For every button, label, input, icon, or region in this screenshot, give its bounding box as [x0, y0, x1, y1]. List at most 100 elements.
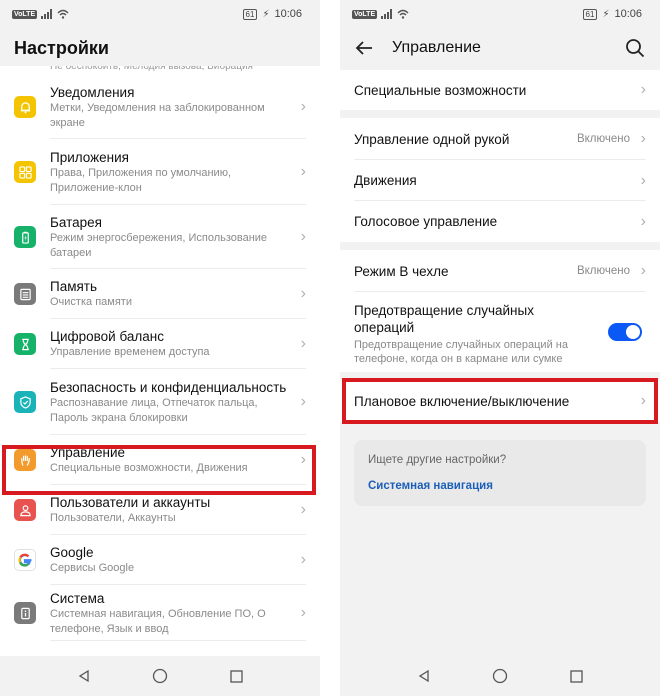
item-subtitle: Режим энергосбережения, Использование ба… [50, 232, 268, 259]
system-navigation-link[interactable]: Системная навигация [368, 480, 632, 492]
row-subtitle: Предотвращение случайных операций на тел… [354, 339, 568, 365]
nav-home-icon[interactable] [491, 667, 509, 685]
group-accessibility: Специальные возможности › [340, 70, 660, 110]
item-subtitle: Управление временем доступа [50, 346, 210, 359]
row-voice[interactable]: Голосовое управление › [340, 201, 660, 242]
clock: 10:06 [274, 8, 302, 20]
chevron-right-icon: › [640, 212, 646, 230]
row-value: Включено [576, 133, 630, 145]
page-title: Настройки [14, 37, 109, 58]
row-one-hand[interactable]: Управление одной рукой Включено › [340, 118, 660, 160]
item-title: Управление [50, 445, 126, 461]
charging-icon: ⚡ [602, 8, 610, 20]
item-subtitle: Очистка памяти [50, 296, 132, 309]
hand-icon [14, 449, 36, 471]
settings-item-system[interactable]: Система Системная навигация, Обновление П… [0, 585, 320, 641]
row-cover-mode[interactable]: Режим В чехле Включено › [340, 250, 660, 292]
chevron-right-icon: › [300, 163, 306, 180]
volte-icon: VoLTE [352, 9, 378, 19]
bell-icon [14, 96, 36, 118]
settings-item-digital-balance[interactable]: Цифровой баланс Управление временем досту… [0, 319, 320, 369]
wifi-icon [397, 9, 409, 19]
battery-icon [14, 226, 36, 248]
nav-recents-icon[interactable] [227, 667, 245, 685]
chevron-right-icon: › [300, 501, 306, 518]
nav-home-icon[interactable] [151, 667, 169, 685]
item-title: Уведомления [50, 85, 135, 100]
info-icon [14, 602, 36, 624]
chevron-right-icon: › [300, 98, 306, 115]
chevron-right-icon: › [640, 130, 646, 147]
item-title: Пользователи и аккаунты [50, 495, 211, 511]
item-subtitle: Метки, Уведомления на заблокированном эк… [50, 102, 265, 129]
chevron-right-icon: › [300, 285, 306, 302]
row-accidental-touch[interactable]: Предотвращение случайных операций Предот… [340, 292, 660, 372]
chevron-right-icon: › [640, 392, 646, 409]
item-subtitle: Пользователи, Аккаунты [50, 512, 176, 525]
settings-item-storage[interactable]: Память Очистка памяти › [0, 269, 320, 319]
status-bar: VoLTE 61 ⚡ 10:06 [0, 0, 320, 28]
group-gestures: Управление одной рукой Включено › Движен… [340, 118, 660, 242]
shield-icon [14, 391, 36, 413]
chevron-right-icon: › [300, 451, 306, 468]
row-label: Движения [354, 173, 417, 188]
chevron-right-icon: › [300, 228, 306, 245]
item-title: Память [50, 279, 98, 295]
search-icon[interactable] [624, 37, 646, 59]
row-label: Управление одной рукой [354, 131, 510, 147]
navigation-bar [340, 656, 660, 696]
chevron-right-icon: › [640, 262, 646, 279]
settings-item-security[interactable]: Безопасность и конфиденциальность Распозн… [0, 369, 320, 435]
settings-screen: VoLTE 61 ⚡ 10:06 Настройки Не беспокоить… [0, 0, 320, 696]
volte-icon: VoLTE [12, 9, 38, 19]
group-cover: Режим В чехле Включено › Предотвращение … [340, 250, 660, 372]
faded-list-item[interactable]: Не беспокоить, Мелодия вызова, Вибрация [0, 66, 320, 75]
other-settings-card: Ищете другие настройки? Системная навига… [354, 440, 646, 506]
navigation-bar [0, 656, 320, 696]
chevron-right-icon: › [640, 171, 646, 189]
chevron-right-icon: › [300, 604, 306, 621]
nav-back-icon[interactable] [415, 667, 433, 685]
chevron-right-icon: › [300, 393, 306, 410]
chevron-right-icon: › [640, 81, 646, 98]
title-bar: Управление [340, 28, 660, 68]
wifi-icon [57, 9, 69, 19]
settings-item-control[interactable]: Управление Специальные возможности, Движе… [0, 435, 320, 485]
row-label: Режим В чехле [354, 263, 449, 279]
storage-icon [14, 283, 36, 305]
signal-icon [381, 9, 393, 19]
settings-list[interactable]: Не беспокоить, Мелодия вызова, Вибрация … [0, 66, 320, 656]
nav-recents-icon[interactable] [567, 667, 585, 685]
back-arrow-icon[interactable] [354, 36, 378, 60]
row-value: Включено [576, 265, 630, 277]
settings-item-users[interactable]: Пользователи и аккаунты Пользователи, Акк… [0, 485, 320, 535]
row-scheduled-power[interactable]: Плановое включение/выключение › [340, 381, 660, 421]
battery-level: 61 [242, 8, 258, 20]
accidental-touch-toggle[interactable] [608, 323, 642, 341]
page-title: Управление [392, 39, 481, 56]
row-accessibility[interactable]: Специальные возможности › [340, 70, 660, 110]
item-subtitle: Распознавание лица, Отпечаток пальца, Па… [50, 397, 258, 424]
settings-item-battery[interactable]: Батарея Режим энергосбережения, Использов… [0, 205, 320, 269]
hint-question: Ищете другие настройки? [368, 454, 507, 466]
row-label: Плановое включение/выключение [354, 393, 570, 409]
google-icon [14, 549, 36, 571]
row-label: Предотвращение случайных операций [354, 303, 534, 335]
item-title: Безопасность и конфиденциальность [50, 380, 287, 395]
row-motions[interactable]: Движения › [340, 160, 660, 201]
item-subtitle: Системная навигация, Обновление ПО, О те… [50, 608, 266, 635]
settings-item-apps[interactable]: Приложения Права, Приложения по умолчанию… [0, 139, 320, 205]
settings-item-google[interactable]: Google Сервисы Google › [0, 535, 320, 585]
battery-level: 61 [582, 8, 598, 20]
settings-item-notifications[interactable]: Уведомления Метки, Уведомления на заблоки… [0, 75, 320, 139]
item-title: Система [50, 591, 105, 606]
row-label: Специальные возможности [354, 82, 527, 98]
control-screen: VoLTE 61 ⚡ 10:06 Управление Специальные … [340, 0, 660, 696]
hourglass-icon [14, 333, 36, 355]
item-title: Google [50, 545, 94, 561]
nav-back-icon[interactable] [75, 667, 93, 685]
item-subtitle: Специальные возможности, Движения [50, 462, 248, 475]
item-title: Приложения [50, 150, 129, 165]
group-scheduled: Плановое включение/выключение › [340, 381, 660, 421]
item-title: Цифровой баланс [50, 329, 164, 345]
